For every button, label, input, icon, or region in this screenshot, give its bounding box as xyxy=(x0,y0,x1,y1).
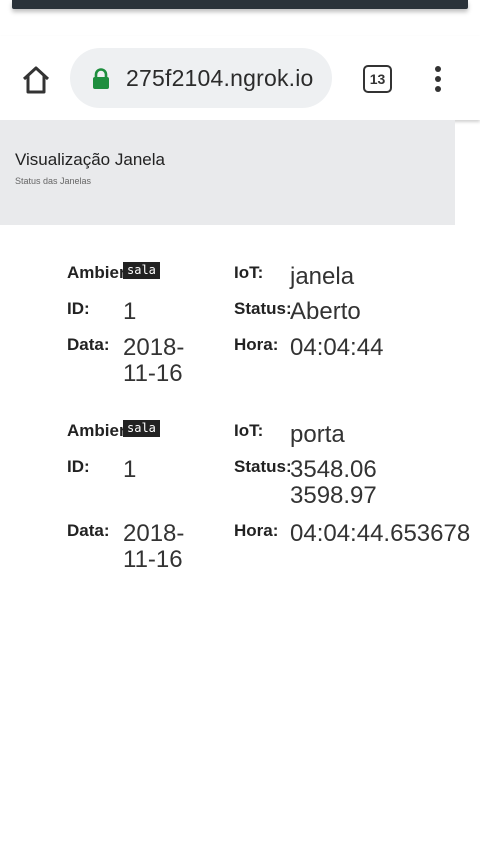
iot-value: porta xyxy=(290,421,345,448)
ambiente-value: sala xyxy=(123,420,160,437)
id-value: 1 xyxy=(123,298,137,325)
ambiente-value: sala xyxy=(123,262,160,279)
page-title: Visualização Janela xyxy=(15,150,165,169)
id-label: ID: xyxy=(67,457,90,476)
status-label: Status: xyxy=(234,457,292,476)
data-label: Data: xyxy=(67,521,110,540)
data-value: 2018-11-16 xyxy=(123,334,185,387)
status-value: Aberto xyxy=(290,298,361,325)
status-label: Status: xyxy=(234,299,292,318)
page-header: Visualização Janela Status das Janelas xyxy=(0,120,455,225)
page-subtitle: Status das Janelas xyxy=(15,176,92,186)
home-button[interactable] xyxy=(20,64,52,96)
hora-label: Hora: xyxy=(234,521,279,540)
ambiente-label: Ambiente: xyxy=(67,263,123,282)
home-icon xyxy=(22,66,50,94)
hora-value: 04:04:44 xyxy=(290,334,384,361)
hora-value: 04:04:44.653678 xyxy=(290,520,471,547)
data-value: 2018-11-16 xyxy=(123,520,185,573)
id-label: ID: xyxy=(67,299,90,318)
browser-toolbar: 275f2104.ngrok.io 13 xyxy=(0,36,480,120)
status-bar-edge xyxy=(12,0,468,9)
status-value: 3548.06 3598.97 xyxy=(290,456,377,509)
ambiente-label: Ambiente: xyxy=(67,421,123,440)
data-label: Data: xyxy=(67,335,110,354)
url-text: 275f2104.ngrok.io xyxy=(126,65,314,91)
iot-value: janela xyxy=(290,263,355,290)
tab-switcher-button[interactable]: 13 xyxy=(363,65,392,93)
hora-label: Hora: xyxy=(234,335,279,354)
address-bar[interactable]: 275f2104.ngrok.io xyxy=(70,48,332,108)
lock-icon xyxy=(93,68,109,89)
iot-label: IoT: xyxy=(234,263,264,282)
more-vert-icon[interactable] xyxy=(432,66,444,94)
id-value: 1 xyxy=(123,456,137,483)
iot-label: IoT: xyxy=(234,421,264,440)
